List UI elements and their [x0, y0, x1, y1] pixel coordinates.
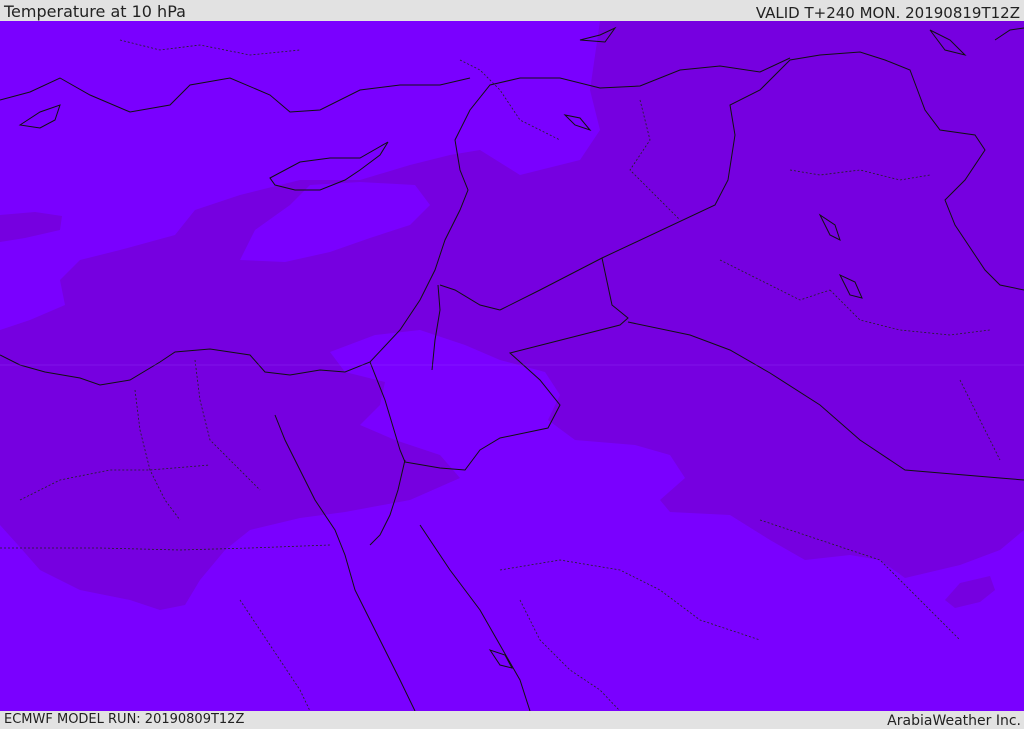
valid-time: VALID T+240 MON. 20190819T12Z [755, 4, 1020, 22]
credit-label: ArabiaWeather Inc. [887, 713, 1021, 729]
footer-bar: ECMWF MODEL RUN: 20190809T12Z ArabiaWeat… [0, 711, 1024, 729]
map-title: Temperature at 10 hPa [4, 2, 186, 21]
model-run-label: ECMWF MODEL RUN: 20190809T12Z [4, 712, 245, 727]
map-canvas[interactable] [0, 21, 1024, 711]
header-bar: Temperature at 10 hPa VALID T+240 MON. 2… [0, 0, 1024, 21]
